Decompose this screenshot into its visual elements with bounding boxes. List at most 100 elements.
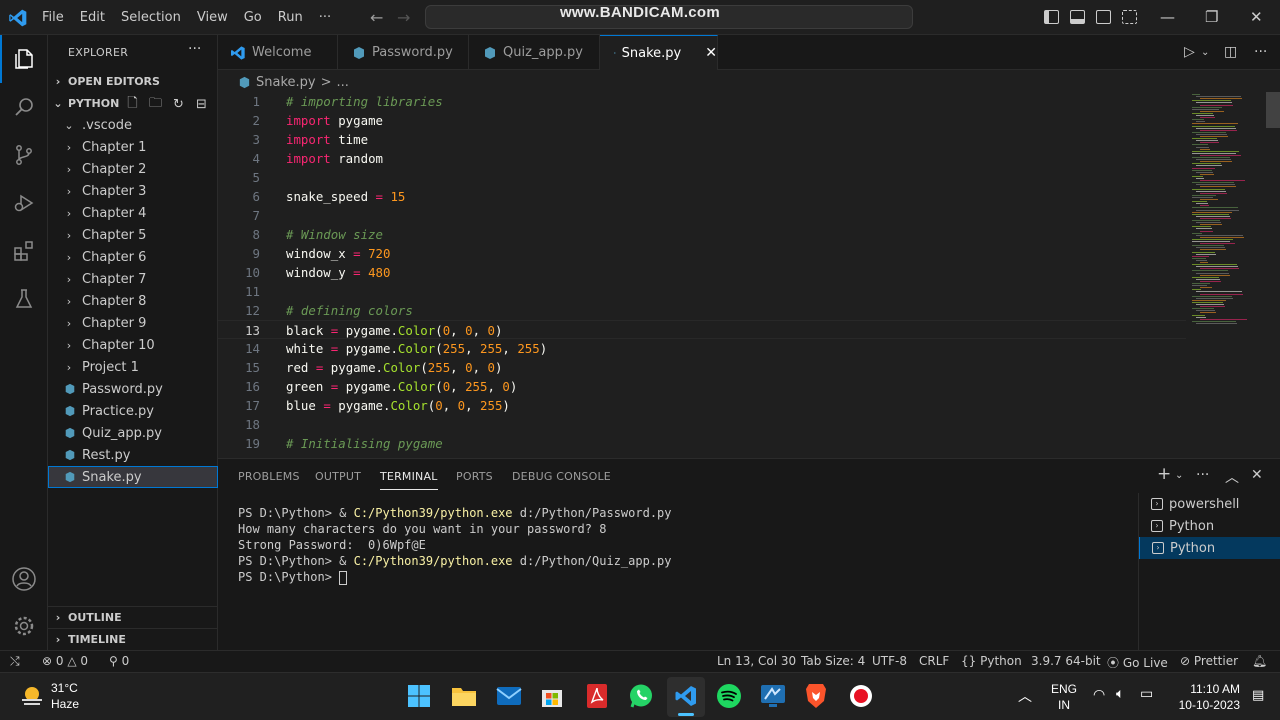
folder-item[interactable]: › Chapter 3: [48, 180, 218, 202]
remote-indicator-icon[interactable]: ⤭: [10, 654, 20, 669]
tab-terminal[interactable]: TERMINAL: [380, 470, 438, 490]
folder-item[interactable]: › Chapter 1: [48, 136, 218, 158]
weather-description[interactable]: Haze: [51, 697, 79, 711]
folder-item[interactable]: › Chapter 5: [48, 224, 218, 246]
terminal-instance[interactable]: › powershell: [1139, 493, 1280, 515]
encoding[interactable]: UTF-8: [872, 654, 907, 668]
code-line[interactable]: 16 green = pygame.Color(0, 255, 0): [218, 377, 1186, 396]
code-line[interactable]: 9 window_x = 720: [218, 244, 1186, 263]
tab-welcome[interactable]: Welcome: [218, 35, 338, 70]
toggle-sidebar-icon[interactable]: [1044, 10, 1059, 24]
run-dropdown-chevron-icon[interactable]: ⌄: [1201, 47, 1209, 58]
file-explorer-icon[interactable]: [451, 684, 477, 708]
timeline-section[interactable]: › TIMELINE: [48, 628, 218, 650]
file-item[interactable]: Rest.py: [48, 444, 218, 466]
go-live-button[interactable]: ⦿ Go Live: [1107, 654, 1168, 671]
tab-problems[interactable]: PROBLEMS: [238, 470, 300, 483]
open-editors-section[interactable]: › OPEN EDITORS: [48, 70, 218, 92]
folder-item[interactable]: › Chapter 8: [48, 290, 218, 312]
code-line[interactable]: 3 import time: [218, 130, 1186, 149]
new-file-icon[interactable]: 🗋: [124, 96, 141, 113]
mail-icon[interactable]: [496, 685, 522, 707]
code-line[interactable]: 6 snake_speed = 15: [218, 187, 1186, 206]
folder-item[interactable]: ⌄ .vscode: [48, 114, 218, 136]
weather-sun-haze-icon[interactable]: [18, 682, 46, 710]
microsoft-store-icon[interactable]: [540, 683, 564, 709]
remote-desktop-icon[interactable]: [760, 683, 786, 709]
new-terminal-plus-icon[interactable]: +: [1157, 464, 1171, 484]
terminal-dropdown-chevron-icon[interactable]: ⌄: [1175, 470, 1183, 481]
extensions-icon[interactable]: [0, 227, 48, 275]
refresh-icon[interactable]: ↻: [170, 96, 187, 113]
minimap[interactable]: [1186, 92, 1266, 337]
tab-password-py[interactable]: Password.py: [338, 35, 469, 70]
code-editor[interactable]: 1 # importing libraries 2 import pygame 3 imp…: [218, 92, 1280, 458]
new-folder-icon[interactable]: 🗀: [147, 96, 164, 113]
close-window-icon[interactable]: ✕: [1250, 8, 1263, 26]
more-actions-icon[interactable]: ···: [1254, 44, 1267, 60]
input-language-region[interactable]: IN: [1050, 698, 1078, 712]
notifications-bell-icon[interactable]: 🔔︎: [1252, 654, 1267, 668]
code-line[interactable]: 18: [218, 415, 1186, 434]
collapse-all-icon[interactable]: ⊟: [193, 96, 210, 113]
run-debug-icon[interactable]: [0, 179, 48, 227]
split-editor-icon[interactable]: ◫: [1224, 44, 1237, 60]
windows-start-icon[interactable]: [407, 684, 431, 708]
whatsapp-icon[interactable]: [628, 683, 654, 709]
clock-date[interactable]: 10-10-2023: [1170, 698, 1240, 712]
breadcrumb-symbols[interactable]: ...: [337, 75, 349, 90]
tab-ports[interactable]: PORTS: [456, 470, 493, 483]
minimize-icon[interactable]: —: [1160, 8, 1175, 26]
code-line[interactable]: 13 black = pygame.Color(0, 0, 0): [218, 320, 1186, 339]
ports-indicator[interactable]: ⚲ 0: [109, 654, 129, 668]
code-line[interactable]: 7: [218, 206, 1186, 225]
prettier-status[interactable]: ⊘ Prettier: [1180, 654, 1238, 668]
editor-scrollbar[interactable]: [1266, 92, 1280, 128]
terminal-instance[interactable]: › Python: [1139, 537, 1280, 559]
input-language-code[interactable]: ENG: [1050, 682, 1078, 696]
bandicam-record-icon[interactable]: [848, 683, 874, 709]
panel-more-icon[interactable]: ···: [1196, 467, 1209, 483]
wifi-icon[interactable]: ◠: [1093, 687, 1105, 703]
maximize-panel-chevron-up-icon[interactable]: ︿: [1225, 467, 1239, 487]
toggle-secondary-sidebar-icon[interactable]: [1096, 10, 1111, 24]
outline-section[interactable]: › OUTLINE: [48, 606, 218, 628]
volume-icon[interactable]: 🔈︎: [1116, 686, 1124, 702]
line-ending[interactable]: CRLF: [919, 654, 949, 668]
explorer-more-icon[interactable]: ···: [188, 41, 201, 57]
code-line[interactable]: 10 window_y = 480: [218, 263, 1186, 282]
code-line[interactable]: 12 # defining colors: [218, 301, 1186, 320]
folder-item[interactable]: › Chapter 2: [48, 158, 218, 180]
folder-item[interactable]: › Chapter 7: [48, 268, 218, 290]
tab-snake-py[interactable]: Snake.py ✕: [600, 35, 718, 70]
folder-item[interactable]: › Chapter 6: [48, 246, 218, 268]
code-line[interactable]: 8 # Window size: [218, 225, 1186, 244]
customize-layout-icon[interactable]: [1122, 10, 1137, 24]
close-tab-icon[interactable]: ✕: [705, 45, 717, 61]
search-icon[interactable]: [0, 83, 48, 131]
code-line[interactable]: 1 # importing libraries: [218, 92, 1186, 111]
tab-debug-console[interactable]: DEBUG CONSOLE: [512, 470, 611, 483]
code-line[interactable]: 5: [218, 168, 1186, 187]
code-line[interactable]: 17 blue = pygame.Color(0, 0, 255): [218, 396, 1186, 415]
folder-item[interactable]: › Chapter 4: [48, 202, 218, 224]
weather-temperature[interactable]: 31°C: [51, 681, 78, 695]
code-line[interactable]: 19 # Initialising pygame: [218, 434, 1186, 453]
folder-item[interactable]: › Project 1: [48, 356, 218, 378]
run-python-file-icon[interactable]: ▷: [1184, 44, 1195, 60]
brave-browser-icon[interactable]: [804, 682, 828, 710]
toggle-panel-icon[interactable]: [1070, 10, 1085, 24]
code-line[interactable]: 14 white = pygame.Color(255, 255, 255): [218, 339, 1186, 358]
folder-item[interactable]: › Chapter 10: [48, 334, 218, 356]
code-line[interactable]: 4 import random: [218, 149, 1186, 168]
vscode-taskbar-button[interactable]: [667, 677, 705, 717]
source-control-icon[interactable]: [0, 131, 48, 179]
account-icon[interactable]: [0, 555, 48, 603]
file-item[interactable]: Password.py: [48, 378, 218, 400]
notification-center-icon[interactable]: ▤: [1252, 688, 1264, 703]
pdf-reader-icon[interactable]: [585, 683, 609, 709]
tab-output[interactable]: OUTPUT: [315, 470, 361, 483]
breadcrumb-file[interactable]: Snake.py: [256, 75, 316, 90]
problems-indicator[interactable]: ⊗ 0 △ 0: [42, 654, 88, 668]
file-item[interactable]: Snake.py: [48, 466, 218, 488]
